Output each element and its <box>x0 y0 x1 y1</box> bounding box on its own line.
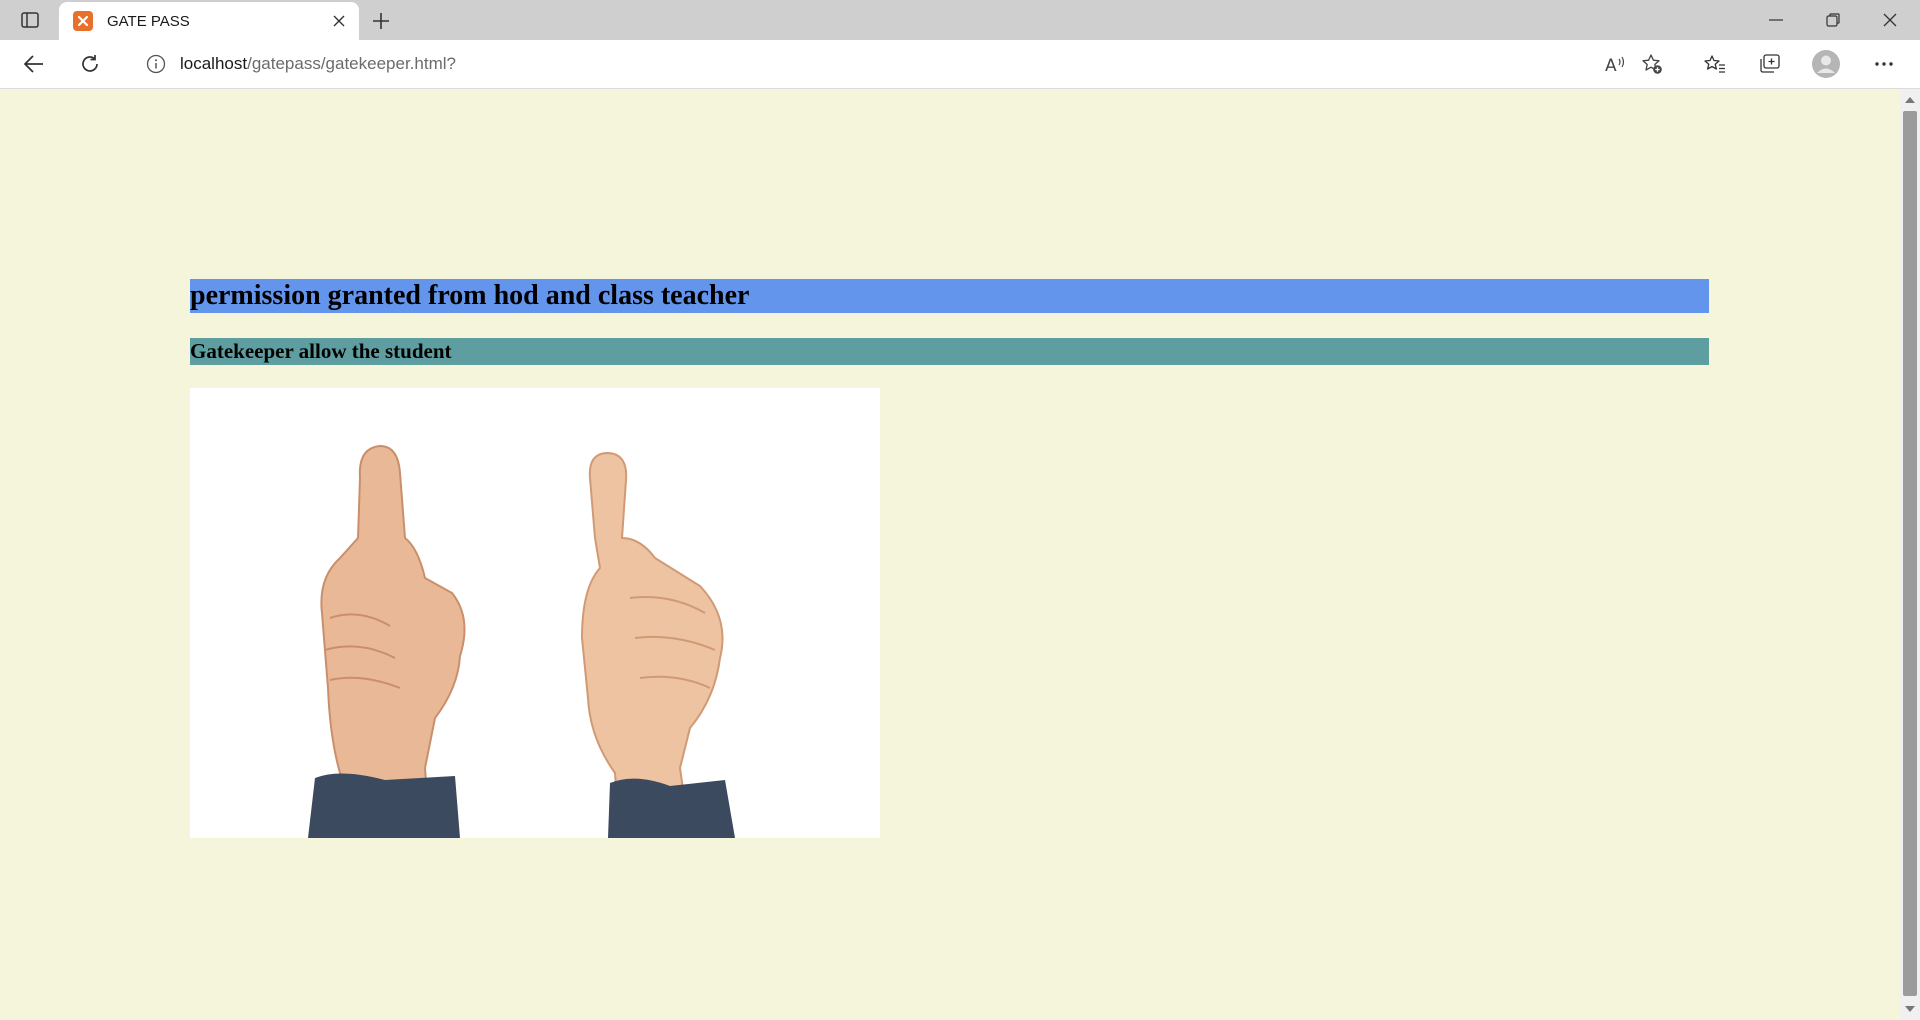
gatekeeper-heading: Gatekeeper allow the student <box>190 338 1709 365</box>
vertical-scrollbar[interactable] <box>1900 89 1920 1020</box>
close-tab-icon[interactable] <box>325 7 353 35</box>
minimize-icon[interactable] <box>1748 0 1804 40</box>
tab-actions-icon[interactable] <box>16 8 44 32</box>
svg-text:A: A <box>1605 56 1617 73</box>
url-host: localhost <box>180 54 248 73</box>
new-tab-plus-icon[interactable] <box>366 6 396 36</box>
back-arrow-icon[interactable] <box>16 48 52 80</box>
tab-bar: GATE PASS <box>0 0 1920 40</box>
thumbs-up-image <box>190 388 880 838</box>
close-window-icon[interactable] <box>1862 0 1918 40</box>
star-add-icon[interactable] <box>1634 48 1670 80</box>
url-path: /gatepass/gatekeeper.html? <box>247 54 456 73</box>
url-text[interactable]: localhost/gatepass/gatekeeper.html? <box>180 54 1598 74</box>
address-bar[interactable]: localhost/gatepass/gatekeeper.html? A <box>124 46 1680 82</box>
collections-icon[interactable] <box>1752 48 1788 80</box>
refresh-icon[interactable] <box>72 48 108 80</box>
xampp-icon <box>73 11 93 31</box>
tab-title: GATE PASS <box>107 12 190 30</box>
scroll-down-arrow-icon[interactable] <box>1900 1000 1920 1018</box>
profile-icon[interactable] <box>1808 48 1844 80</box>
browser-tab[interactable]: GATE PASS <box>59 2 359 40</box>
favorites-icon[interactable] <box>1697 48 1733 80</box>
read-aloud-icon[interactable]: A <box>1598 48 1634 80</box>
permission-heading: permission granted from hod and class te… <box>190 279 1709 313</box>
browser-toolbar: localhost/gatepass/gatekeeper.html? A <box>0 40 1920 89</box>
scroll-up-arrow-icon[interactable] <box>1900 91 1920 109</box>
restore-icon[interactable] <box>1805 0 1861 40</box>
more-icon[interactable] <box>1866 48 1902 80</box>
info-icon[interactable] <box>144 52 168 76</box>
page-viewport: permission granted from hod and class te… <box>0 89 1900 1020</box>
scrollbar-thumb[interactable] <box>1903 111 1917 996</box>
